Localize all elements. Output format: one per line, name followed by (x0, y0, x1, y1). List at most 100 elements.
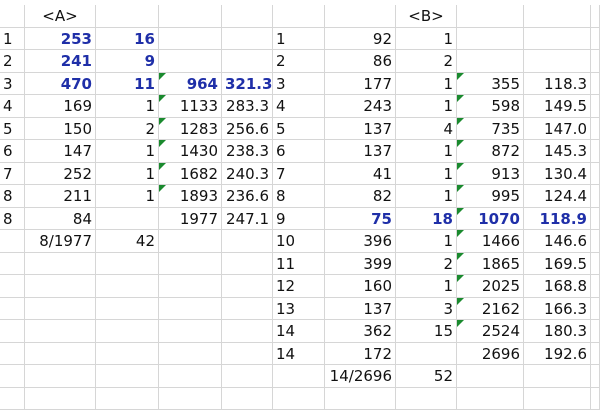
cell-r1-c6[interactable]: 92 (325, 28, 396, 51)
cell-r4-c4[interactable]: 283.3 (222, 95, 273, 118)
cell-r8-c8[interactable]: 995 (457, 185, 524, 208)
cell-r14-c2[interactable] (96, 320, 159, 343)
cell-r16-c3[interactable] (159, 365, 222, 388)
cell-r12-c6[interactable]: 160 (325, 275, 396, 298)
cell-r11-c1[interactable] (25, 253, 96, 276)
cell-r14-c3[interactable] (159, 320, 222, 343)
cell-r1-c9[interactable] (524, 28, 591, 51)
cell-r7-c1[interactable]: 252 (25, 163, 96, 186)
cell-r15-c9[interactable]: 192.6 (524, 343, 591, 366)
cell-r8-c3[interactable]: 1893 (159, 185, 222, 208)
cell-r16-c5[interactable] (273, 365, 325, 388)
cell-r2-c10[interactable] (591, 50, 600, 73)
cell-r6-c0[interactable]: 6 (0, 140, 25, 163)
cell-r1-c5[interactable]: 1 (273, 28, 325, 51)
cell-r16-c10[interactable] (591, 365, 600, 388)
cell-r17-c10[interactable] (591, 388, 600, 410)
cell-r17-c4[interactable] (222, 388, 273, 410)
cell-r2-c2[interactable]: 9 (96, 50, 159, 73)
cell-r10-c8[interactable]: 1466 (457, 230, 524, 253)
cell-r0-c3[interactable] (159, 5, 222, 28)
cell-r7-c10[interactable] (591, 163, 600, 186)
cell-r9-c2[interactable] (96, 208, 159, 231)
cell-r14-c4[interactable] (222, 320, 273, 343)
cell-r1-c1[interactable]: 253 (25, 28, 96, 51)
cell-r14-c7[interactable]: 15 (396, 320, 457, 343)
cell-r13-c1[interactable] (25, 298, 96, 321)
cell-r2-c6[interactable]: 86 (325, 50, 396, 73)
cell-r0-c8[interactable] (457, 5, 524, 28)
cell-r2-c0[interactable]: 2 (0, 50, 25, 73)
cell-r17-c6[interactable] (325, 388, 396, 410)
cell-r9-c8[interactable]: 1070 (457, 208, 524, 231)
cell-r9-c9[interactable]: 118.9 (524, 208, 591, 231)
cell-r13-c6[interactable]: 137 (325, 298, 396, 321)
cell-r5-c7[interactable]: 4 (396, 118, 457, 141)
cell-r2-c1[interactable]: 241 (25, 50, 96, 73)
cell-r3-c1[interactable]: 470 (25, 73, 96, 96)
cell-r5-c0[interactable]: 5 (0, 118, 25, 141)
cell-r9-c4[interactable]: 247.1 (222, 208, 273, 231)
cell-r0-c9[interactable] (524, 5, 591, 28)
cell-r15-c1[interactable] (25, 343, 96, 366)
cell-r14-c6[interactable]: 362 (325, 320, 396, 343)
cell-r11-c8[interactable]: 1865 (457, 253, 524, 276)
cell-r11-c7[interactable]: 2 (396, 253, 457, 276)
cell-r8-c10[interactable] (591, 185, 600, 208)
cell-r10-c6[interactable]: 396 (325, 230, 396, 253)
cell-r5-c10[interactable] (591, 118, 600, 141)
cell-r12-c2[interactable] (96, 275, 159, 298)
cell-r6-c7[interactable]: 1 (396, 140, 457, 163)
cell-r6-c9[interactable]: 145.3 (524, 140, 591, 163)
cell-r3-c10[interactable] (591, 73, 600, 96)
cell-r7-c7[interactable]: 1 (396, 163, 457, 186)
cell-r12-c9[interactable]: 168.8 (524, 275, 591, 298)
cell-r5-c5[interactable]: 5 (273, 118, 325, 141)
cell-r15-c3[interactable] (159, 343, 222, 366)
cell-r3-c9[interactable]: 118.3 (524, 73, 591, 96)
cell-r15-c10[interactable] (591, 343, 600, 366)
cell-r0-c0[interactable] (0, 5, 25, 28)
cell-r12-c10[interactable] (591, 275, 600, 298)
cell-r8-c1[interactable]: 211 (25, 185, 96, 208)
cell-r14-c1[interactable] (25, 320, 96, 343)
cell-r12-c3[interactable] (159, 275, 222, 298)
cell-r1-c7[interactable]: 1 (396, 28, 457, 51)
cell-r16-c9[interactable] (524, 365, 591, 388)
cell-r14-c0[interactable] (0, 320, 25, 343)
cell-r10-c0[interactable] (0, 230, 25, 253)
cell-r10-c4[interactable] (222, 230, 273, 253)
cell-r10-c7[interactable]: 1 (396, 230, 457, 253)
cell-r4-c7[interactable]: 1 (396, 95, 457, 118)
cell-r16-c8[interactable] (457, 365, 524, 388)
cell-r11-c10[interactable] (591, 253, 600, 276)
cell-r1-c8[interactable] (457, 28, 524, 51)
cell-r13-c10[interactable] (591, 298, 600, 321)
cell-r6-c8[interactable]: 872 (457, 140, 524, 163)
cell-r14-c10[interactable] (591, 320, 600, 343)
cell-r11-c0[interactable] (0, 253, 25, 276)
cell-r17-c0[interactable] (0, 388, 25, 410)
cell-r0-c1[interactable]: <A> (25, 5, 96, 28)
cell-r2-c4[interactable] (222, 50, 273, 73)
cell-r12-c7[interactable]: 1 (396, 275, 457, 298)
cell-r3-c0[interactable]: 3 (0, 73, 25, 96)
cell-r15-c6[interactable]: 172 (325, 343, 396, 366)
cell-r3-c2[interactable]: 11 (96, 73, 159, 96)
cell-r9-c5[interactable]: 9 (273, 208, 325, 231)
cell-r12-c8[interactable]: 2025 (457, 275, 524, 298)
cell-r9-c0[interactable]: 8 (0, 208, 25, 231)
cell-r2-c8[interactable] (457, 50, 524, 73)
cell-r14-c5[interactable]: 14 (273, 320, 325, 343)
cell-r8-c2[interactable]: 1 (96, 185, 159, 208)
cell-r6-c10[interactable] (591, 140, 600, 163)
cell-r4-c2[interactable]: 1 (96, 95, 159, 118)
cell-r4-c0[interactable]: 4 (0, 95, 25, 118)
cell-r12-c4[interactable] (222, 275, 273, 298)
cell-r7-c6[interactable]: 41 (325, 163, 396, 186)
cell-r10-c3[interactable] (159, 230, 222, 253)
cell-r8-c9[interactable]: 124.4 (524, 185, 591, 208)
cell-r8-c6[interactable]: 82 (325, 185, 396, 208)
cell-r7-c3[interactable]: 1682 (159, 163, 222, 186)
cell-r10-c1[interactable]: 8/1977 (25, 230, 96, 253)
